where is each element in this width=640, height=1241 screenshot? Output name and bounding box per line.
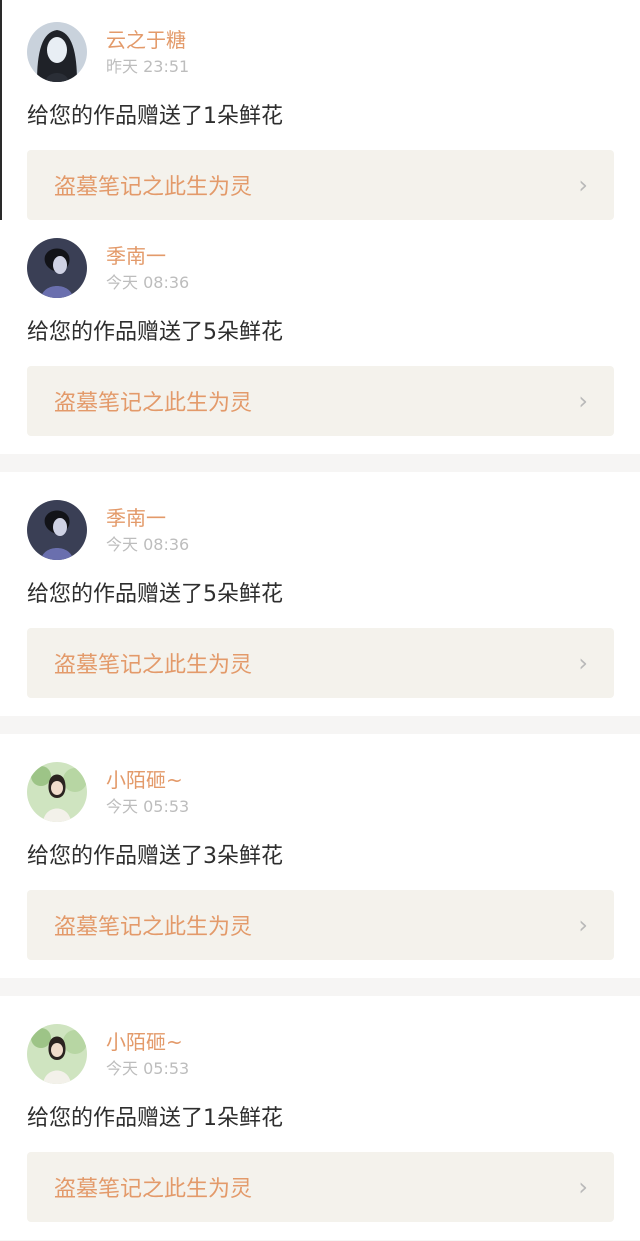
user-avatar[interactable] [27,1024,87,1084]
user-avatar[interactable] [27,762,87,822]
notification-header: 季南一 今天 08:36 [0,472,640,560]
chevron-right-icon: › [578,649,588,677]
gift-notification: 小陌砸~ 今天 05:53 给您的作品赠送了1朵鲜花 盗墓笔记之此生为灵 › [0,996,640,1240]
work-link[interactable]: 盗墓笔记之此生为灵 › [27,890,614,960]
gift-notification: 季南一 今天 08:36 给您的作品赠送了5朵鲜花 盗墓笔记之此生为灵 › [0,472,640,716]
gift-message: 给您的作品赠送了5朵鲜花 [27,582,283,607]
work-link[interactable]: 盗墓笔记之此生为灵 › [27,1152,614,1222]
gift-message: 给您的作品赠送了5朵鲜花 [27,320,283,345]
notification-header: 云之于糖 昨天 23:51 [0,0,640,82]
user-name[interactable]: 小陌砸~ [106,1029,189,1055]
notification-header: 小陌砸~ 今天 05:53 [0,996,640,1084]
work-link[interactable]: 盗墓笔记之此生为灵 › [27,628,614,698]
gift-message: 给您的作品赠送了1朵鲜花 [27,104,283,129]
chevron-right-icon: › [578,171,588,199]
user-name[interactable]: 云之于糖 [106,27,189,53]
gift-notification: 小陌砸~ 今天 05:53 给您的作品赠送了3朵鲜花 盗墓笔记之此生为灵 › [0,734,640,978]
user-meta: 云之于糖 昨天 23:51 [106,27,189,78]
user-meta: 季南一 今天 08:36 [106,243,189,294]
user-meta: 小陌砸~ 今天 05:53 [106,1029,189,1080]
notification-header: 小陌砸~ 今天 05:53 [0,734,640,822]
user-name[interactable]: 季南一 [106,243,189,269]
gift-message: 给您的作品赠送了3朵鲜花 [27,844,283,869]
user-name[interactable]: 季南一 [106,505,189,531]
work-title: 盗墓笔记之此生为灵 [54,653,253,678]
timestamp: 今天 05:53 [106,1058,190,1078]
work-link[interactable]: 盗墓笔记之此生为灵 › [27,150,614,220]
left-edge-rule [0,0,2,220]
work-title: 盗墓笔记之此生为灵 [54,915,253,940]
notification-header: 季南一 今天 08:36 [0,238,640,298]
gift-notification: 云之于糖 昨天 23:51 给您的作品赠送了1朵鲜花 盗墓笔记之此生为灵 › [0,0,640,238]
work-link[interactable]: 盗墓笔记之此生为灵 › [27,366,614,436]
timestamp: 昨天 23:51 [106,56,190,76]
notification-feed: 云之于糖 昨天 23:51 给您的作品赠送了1朵鲜花 盗墓笔记之此生为灵 › 季… [0,0,640,1240]
user-name[interactable]: 小陌砸~ [106,767,189,793]
work-title: 盗墓笔记之此生为灵 [54,1177,253,1202]
work-title: 盗墓笔记之此生为灵 [54,391,253,416]
chevron-right-icon: › [578,387,588,415]
user-avatar[interactable] [27,22,87,82]
user-avatar[interactable] [27,238,87,298]
user-meta: 季南一 今天 08:36 [106,505,189,556]
timestamp: 今天 08:36 [106,534,190,554]
user-meta: 小陌砸~ 今天 05:53 [106,767,189,818]
user-avatar[interactable] [27,500,87,560]
work-title: 盗墓笔记之此生为灵 [54,175,253,200]
timestamp: 今天 05:53 [106,796,190,816]
gift-notification: 季南一 今天 08:36 给您的作品赠送了5朵鲜花 盗墓笔记之此生为灵 › [0,238,640,454]
chevron-right-icon: › [578,1173,588,1201]
chevron-right-icon: › [578,911,588,939]
timestamp: 今天 08:36 [106,272,190,292]
gift-message: 给您的作品赠送了1朵鲜花 [27,1106,283,1131]
